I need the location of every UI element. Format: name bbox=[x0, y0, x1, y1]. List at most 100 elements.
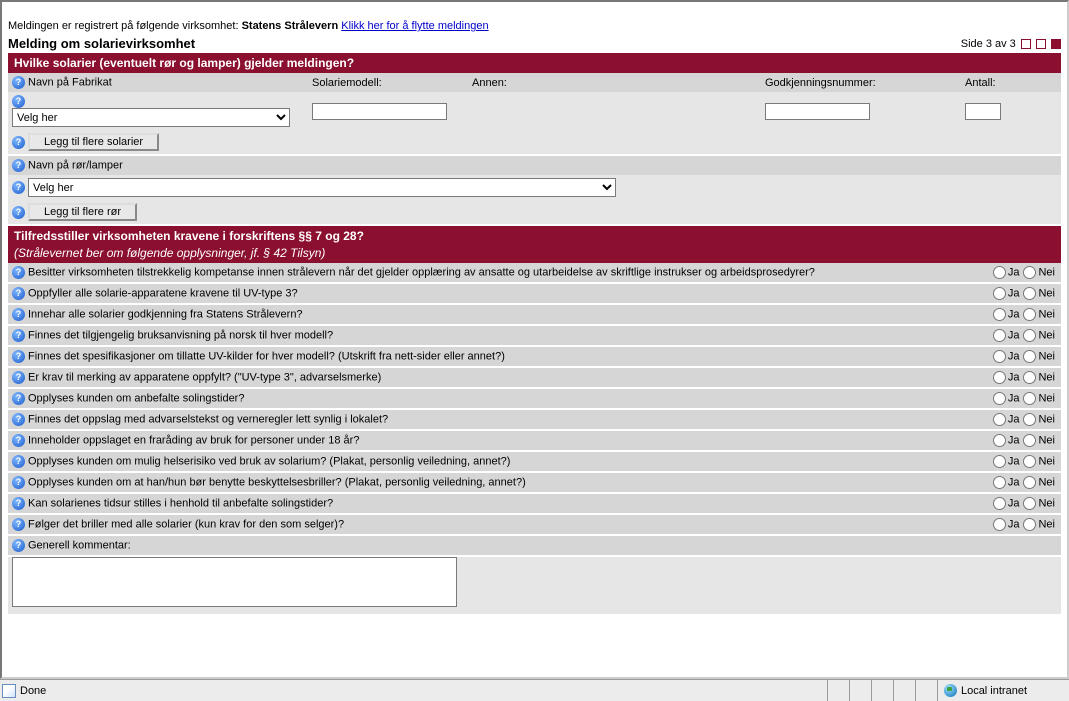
radio-ja[interactable] bbox=[993, 329, 1006, 342]
help-icon[interactable]: ? bbox=[12, 434, 25, 447]
radio-ja[interactable] bbox=[993, 476, 1006, 489]
help-icon[interactable]: ? bbox=[12, 371, 25, 384]
label-ja: Ja bbox=[1008, 455, 1020, 467]
radio-ja[interactable] bbox=[993, 266, 1006, 279]
help-icon[interactable]: ? bbox=[12, 136, 25, 149]
comment-textarea[interactable] bbox=[12, 557, 457, 607]
help-icon[interactable]: ? bbox=[12, 392, 25, 405]
status-pane bbox=[849, 680, 871, 701]
add-solarier-button[interactable]: Legg til flere solarier bbox=[28, 133, 159, 151]
question-options: Ja Nei bbox=[985, 263, 1061, 283]
question-text: Følger det briller med alle solarier (ku… bbox=[28, 518, 344, 530]
help-icon[interactable]: ? bbox=[12, 350, 25, 363]
radio-nei[interactable] bbox=[1023, 350, 1036, 363]
help-icon[interactable]: ? bbox=[12, 95, 25, 108]
status-pane bbox=[871, 680, 893, 701]
zone-text: Local intranet bbox=[961, 685, 1027, 697]
question-row: ?Oppfyller alle solarie-apparatene krave… bbox=[8, 283, 1061, 304]
radio-ja[interactable] bbox=[993, 455, 1006, 468]
question-options: Ja Nei bbox=[985, 451, 1061, 472]
question-options: JaNei bbox=[985, 304, 1061, 325]
label-ja: Ja bbox=[1008, 518, 1020, 530]
help-icon[interactable]: ? bbox=[12, 308, 25, 321]
status-pane bbox=[915, 680, 937, 701]
label-ja: Ja bbox=[1008, 266, 1020, 278]
label-nei: Nei bbox=[1038, 413, 1055, 425]
help-icon[interactable]: ? bbox=[12, 76, 25, 89]
label-nei: Nei bbox=[1038, 392, 1055, 404]
label-ja: Ja bbox=[1008, 308, 1020, 320]
radio-nei[interactable] bbox=[1023, 329, 1036, 342]
radio-nei[interactable] bbox=[1023, 413, 1036, 426]
help-icon[interactable]: ? bbox=[12, 455, 25, 468]
help-icon[interactable]: ? bbox=[12, 206, 25, 219]
radio-ja[interactable] bbox=[993, 413, 1006, 426]
radio-ja[interactable] bbox=[993, 371, 1006, 384]
antall-input[interactable] bbox=[965, 103, 1001, 120]
question-row: ?Er krav til merking av apparatene oppfy… bbox=[8, 367, 1061, 388]
question-row: ?Opplyses kunden om anbefalte solingstid… bbox=[8, 388, 1061, 409]
radio-nei[interactable] bbox=[1023, 455, 1036, 468]
radio-ja[interactable] bbox=[993, 434, 1006, 447]
label-nei: Nei bbox=[1038, 329, 1055, 341]
radio-nei[interactable] bbox=[1023, 434, 1036, 447]
help-icon[interactable]: ? bbox=[12, 181, 25, 194]
help-icon[interactable]: ? bbox=[12, 497, 25, 510]
question-text-cell: ?Opplyses kunden om at han/hun bør benyt… bbox=[8, 472, 985, 493]
radio-ja[interactable] bbox=[993, 350, 1006, 363]
ror-select[interactable]: Velg her bbox=[28, 178, 616, 197]
radio-nei[interactable] bbox=[1023, 308, 1036, 321]
help-icon[interactable]: ? bbox=[12, 518, 25, 531]
label-solariemodell: Solariemodell: bbox=[312, 77, 382, 89]
radio-nei[interactable] bbox=[1023, 371, 1036, 384]
radio-ja[interactable] bbox=[993, 392, 1006, 405]
add-ror-button[interactable]: Legg til flere rør bbox=[28, 203, 137, 221]
label-nei: Nei bbox=[1038, 518, 1055, 530]
page-box-1[interactable] bbox=[1021, 39, 1031, 49]
radio-nei[interactable] bbox=[1023, 497, 1036, 510]
comment-label: Generell kommentar: bbox=[28, 539, 131, 551]
question-options: JaNei bbox=[985, 493, 1061, 514]
radio-ja[interactable] bbox=[993, 308, 1006, 321]
help-icon[interactable]: ? bbox=[12, 476, 25, 489]
solariemodell-input[interactable] bbox=[312, 103, 447, 120]
label-nei: Nei bbox=[1038, 455, 1055, 467]
radio-nei[interactable] bbox=[1023, 476, 1036, 489]
help-icon[interactable]: ? bbox=[12, 329, 25, 342]
godkjenning-input[interactable] bbox=[765, 103, 870, 120]
radio-nei[interactable] bbox=[1023, 518, 1036, 531]
radio-ja[interactable] bbox=[993, 287, 1006, 300]
radio-nei[interactable] bbox=[1023, 287, 1036, 300]
label-nei: Nei bbox=[1038, 434, 1055, 446]
page-icon bbox=[2, 684, 16, 698]
question-options: Ja Nei bbox=[985, 514, 1061, 535]
label-godkjenning: Godkjenningsnummer: bbox=[765, 77, 876, 89]
question-options: JaNei bbox=[985, 430, 1061, 451]
radio-ja[interactable] bbox=[993, 497, 1006, 510]
radio-ja[interactable] bbox=[993, 518, 1006, 531]
label-nei: Nei bbox=[1038, 266, 1055, 278]
radio-nei[interactable] bbox=[1023, 266, 1036, 279]
label-ja: Ja bbox=[1008, 371, 1020, 383]
label-fabrikat: Navn på Fabrikat bbox=[28, 76, 112, 88]
question-row: ?Finnes det tilgjengelig bruksanvisning … bbox=[8, 325, 1061, 346]
question-text-cell: ?Kan solarienes tidsur stilles i henhold… bbox=[8, 493, 985, 514]
help-icon[interactable]: ? bbox=[12, 266, 25, 279]
help-icon[interactable]: ? bbox=[12, 413, 25, 426]
label-ja: Ja bbox=[1008, 497, 1020, 509]
browser-viewport: Meldingen er registrert på følgende virk… bbox=[0, 0, 1069, 679]
help-icon[interactable]: ? bbox=[12, 159, 25, 172]
question-text: Innehar alle solarier godkjenning fra St… bbox=[28, 308, 303, 320]
status-pane bbox=[827, 680, 849, 701]
page-box-3[interactable] bbox=[1051, 39, 1061, 49]
help-icon[interactable]: ? bbox=[12, 539, 25, 552]
radio-nei[interactable] bbox=[1023, 392, 1036, 405]
move-message-link[interactable]: Klikk her for å flytte meldingen bbox=[341, 20, 488, 32]
label-ja: Ja bbox=[1008, 350, 1020, 362]
help-icon[interactable]: ? bbox=[12, 287, 25, 300]
status-bar: Done Local intranet bbox=[0, 679, 1069, 701]
question-text: Opplyses kunden om mulig helserisiko ved… bbox=[28, 455, 510, 467]
page-box-2[interactable] bbox=[1036, 39, 1046, 49]
label-ja: Ja bbox=[1008, 287, 1020, 299]
fabrikat-select[interactable]: Velg her bbox=[12, 108, 290, 127]
